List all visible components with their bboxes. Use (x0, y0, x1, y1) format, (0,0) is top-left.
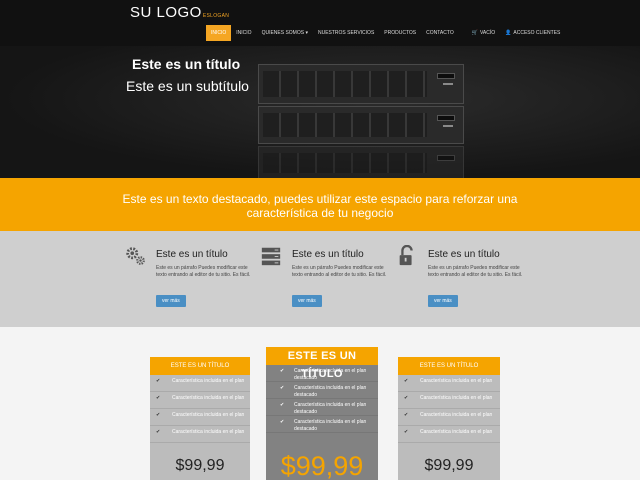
plan-feature-text: Característica incluida en el plan desta… (294, 385, 367, 398)
nav-item-cart[interactable]: 🛒 VACÍO (467, 25, 500, 41)
nav-item-quienes-somos[interactable]: QUIENES SOMOS ▾ (257, 25, 313, 41)
nav-item-productos[interactable]: PRODUCTOS (379, 25, 421, 41)
check-icon: ✔ (404, 378, 409, 384)
logo-tagline: ESLOGAN (202, 13, 230, 19)
check-icon: ✔ (156, 429, 161, 435)
gears-icon (126, 247, 145, 265)
plan-feature: ✔ Característica incluida en el plan (150, 409, 250, 426)
plan-price: $99,99 (280, 451, 364, 480)
feature-text: Este es un párrafo Puedes modificar este… (156, 265, 251, 278)
plan-feature-text: Característica incluida en el plan (420, 395, 493, 401)
nav-label: INICIO (211, 30, 227, 36)
site-header: SU LOGOESLOGAN INICIO INICIO QUIENES SOM… (0, 0, 640, 46)
check-icon: ✔ (156, 412, 161, 418)
plan-feature: ✔ Característica incluida en el plan (150, 426, 250, 443)
ver-mas-button[interactable]: ver más (156, 295, 186, 307)
plan-price: $99,99 (175, 457, 225, 474)
check-icon: ✔ (280, 419, 285, 425)
unlock-icon (399, 245, 413, 266)
nav-item-servicios[interactable]: NUESTROS SERVICIOS (313, 25, 379, 41)
plan-feature-text: Característica incluida en el plan (172, 395, 245, 401)
features-section: Este es un título Este es un párrafo Pue… (0, 231, 640, 327)
plan-feature: ✔ Característica incluida en el plan dest… (266, 416, 378, 433)
main-nav: INICIO INICIO QUIENES SOMOS ▾ NUESTROS S… (206, 25, 565, 41)
plan-feature-text: Característica incluida en el plan desta… (294, 419, 367, 432)
highlight-text: Este es un texto destacado, puedes utili… (122, 192, 518, 220)
logo-text: SU LOGO (130, 4, 202, 21)
feature-text: Este es un párrafo Puedes modificar este… (428, 265, 523, 278)
ver-mas-button[interactable]: ver más (428, 295, 458, 307)
check-icon: ✔ (280, 368, 285, 374)
plan-feature-text: Característica incluida en el plan desta… (294, 402, 367, 415)
check-icon: ✔ (280, 385, 285, 391)
plan-title: ESTE ES UN TÍTULO (266, 347, 378, 380)
plan-feature: ✔ Característica incluida en el plan (150, 392, 250, 409)
plan-title: ESTE ES UN TÍTULO (398, 357, 500, 375)
plan-feature-text: Característica incluida en el plan (420, 429, 493, 435)
check-icon: ✔ (404, 412, 409, 418)
nav-item-contacto[interactable]: CONTACTO (421, 25, 459, 41)
ver-mas-button[interactable]: ver más (292, 295, 322, 307)
hero-title: Este es un título (132, 56, 241, 72)
plan-feature: ✔ Característica incluida en el plan (398, 392, 500, 409)
feature-text: Este es un párrafo Puedes modificar este… (292, 265, 387, 278)
plan-feature-text: Característica incluida en el plan (172, 412, 245, 418)
nav-item-inicio[interactable]: INICIO (231, 25, 256, 41)
pricing-plan-featured: ESTE ES UN TÍTULO ✔ Característica inclui… (266, 347, 378, 480)
plan-title: ESTE ES UN TÍTULO (150, 357, 250, 375)
nav-item-client-access[interactable]: 👤 ACCESO CLIENTES (500, 25, 565, 41)
plan-feature-text: Característica incluida en el plan (420, 378, 493, 384)
hero-banner: Este es un título Este es un subtítulo (0, 46, 640, 178)
nav-label: PRODUCTOS (384, 30, 417, 36)
check-icon: ✔ (156, 395, 161, 401)
nav-label: ACCESO CLIENTES (513, 30, 561, 36)
check-icon: ✔ (280, 402, 285, 408)
nav-label: VACÍO (479, 30, 496, 36)
highlight-band: Este es un texto destacado, puedes utili… (0, 178, 640, 231)
feature-title: Este es un título (292, 249, 364, 260)
plan-feature-text: Característica incluida en el plan (172, 429, 245, 435)
nav-label: INICIO (236, 30, 252, 36)
plan-feature-text: Característica incluida en el plan (172, 378, 245, 384)
feature-title: Este es un título (428, 249, 500, 260)
pricing-plan: ESTE ES UN TÍTULO ✔ Característica inclui… (398, 357, 500, 480)
hero-subtitle: Este es un subtítulo (126, 78, 249, 94)
pricing-plan: ESTE ES UN TÍTULO ✔ Característica inclui… (150, 357, 250, 480)
user-icon: 👤 (505, 30, 512, 36)
plan-feature: ✔ Característica incluida en el plan dest… (266, 399, 378, 416)
plan-feature: ✔ Característica incluida en el plan dest… (266, 382, 378, 399)
plan-feature-text: Característica incluida en el plan (420, 412, 493, 418)
site-logo[interactable]: SU LOGOESLOGAN (130, 4, 229, 21)
nav-label: NUESTROS SERVICIOS (317, 30, 375, 36)
plan-feature: ✔ Característica incluida en el plan (398, 375, 500, 392)
nav-label: CONTACTO (426, 30, 454, 36)
plan-feature-list: ✔ Característica incluida en el plan ✔ Car… (150, 375, 250, 443)
plan-feature-list: ✔ Característica incluida en el plan dest… (266, 365, 378, 433)
check-icon: ✔ (156, 378, 161, 384)
plan-feature: ✔ Característica incluida en el plan dest… (266, 365, 378, 382)
feature-title: Este es un título (156, 249, 228, 260)
plan-feature: ✔ Característica incluida en el plan (398, 409, 500, 426)
check-icon: ✔ (404, 429, 409, 435)
nav-label: QUIENES SOMOS ▾ (261, 30, 308, 36)
plan-feature: ✔ Característica incluida en el plan (398, 426, 500, 443)
check-icon: ✔ (404, 395, 409, 401)
cart-icon: 🛒 (471, 30, 478, 36)
plan-feature-list: ✔ Característica incluida en el plan ✔ Car… (398, 375, 500, 443)
plan-feature-text: Característica incluida en el plan desta… (294, 368, 367, 381)
plan-price: $99,99 (424, 457, 474, 474)
pricing-section: ESTE ES UN TÍTULO ✔ Característica inclui… (0, 327, 640, 480)
nav-item-inicio-active[interactable]: INICIO (206, 25, 232, 41)
server-list-icon (261, 247, 281, 266)
plan-feature: ✔ Característica incluida en el plan (150, 375, 250, 392)
